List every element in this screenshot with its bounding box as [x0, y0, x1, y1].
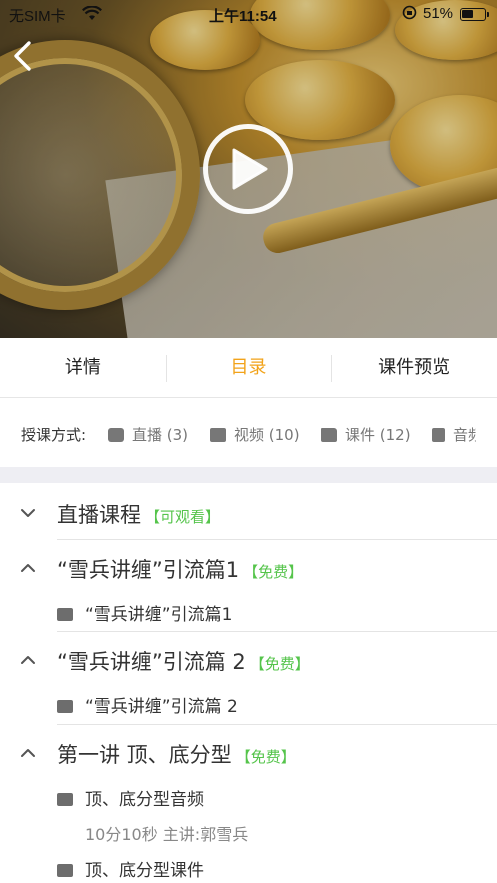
free-tag: 【免费】 — [235, 748, 296, 766]
free-tag: 【免费】 — [243, 563, 304, 581]
chevron-up-icon — [21, 749, 35, 757]
tab-details[interactable]: 详情 — [0, 338, 166, 397]
video-icon — [57, 793, 73, 806]
catalog-item[interactable]: “雪兵讲缠”引流篇1 — [57, 600, 232, 630]
folder-icon — [57, 608, 73, 621]
folder-icon — [57, 864, 73, 877]
catalog-item[interactable]: “雪兵讲缠”引流篇 2 — [57, 692, 238, 722]
tab-catalog[interactable]: 目录 — [165, 338, 332, 397]
carrier-label: 无SIM卡 — [9, 8, 66, 25]
teaching-modes-bar: 授课方式: 直播 (3) 视频 (10) 课件 (12) 音频 — [0, 399, 476, 467]
section-separator — [0, 467, 497, 483]
teaching-modes-label: 授课方式: — [21, 426, 87, 444]
tab-courseware-preview[interactable]: 课件预览 — [331, 338, 497, 397]
catalog-section-header[interactable]: “雪兵讲缠”引流篇1 【免费】 — [0, 540, 497, 596]
free-tag: 【免费】 — [249, 655, 310, 673]
clock: 上午11:54 — [209, 8, 277, 25]
battery-percent: 51% — [423, 5, 454, 22]
chevron-up-icon — [21, 656, 35, 664]
folder-icon — [57, 700, 73, 713]
mode-video[interactable]: 视频 (10) — [210, 424, 300, 445]
back-button[interactable] — [12, 40, 34, 72]
play-icon — [232, 148, 268, 190]
catalog-section-header[interactable]: 直播课程 【可观看】 — [0, 485, 497, 541]
video-icon — [210, 428, 226, 442]
section-title: “雪兵讲缠”引流篇1 — [57, 558, 240, 582]
item-meta: 10分10秒 主讲:郭雪兵 — [85, 825, 249, 844]
chevron-up-icon — [21, 564, 35, 572]
battery-icon — [460, 8, 489, 21]
rotation-lock-icon — [402, 5, 417, 23]
folder-icon — [321, 428, 337, 442]
catalog-section-header[interactable]: “雪兵讲缠”引流篇 2 【免费】 — [0, 632, 497, 688]
course-tabs: 详情 目录 课件预览 — [0, 338, 497, 398]
chevron-down-icon — [21, 509, 35, 517]
catalog-item-audio[interactable]: 顶、底分型音频 — [57, 785, 204, 815]
catalog-item[interactable]: 顶、底分型课件 — [57, 856, 204, 883]
play-button[interactable] — [203, 124, 293, 214]
wifi-icon — [82, 5, 102, 24]
live-icon — [108, 428, 124, 442]
mode-live[interactable]: 直播 (3) — [108, 424, 188, 445]
status-bar: 无SIM卡 上午11:54 51% — [0, 0, 497, 28]
audio-icon — [432, 428, 445, 442]
section-title: 直播课程 — [57, 503, 141, 527]
section-title: 第一讲 顶、底分型 — [57, 743, 232, 767]
mode-audio[interactable]: 音频 — [432, 424, 476, 445]
catalog-section-header[interactable]: 第一讲 顶、底分型 【免费】 — [0, 725, 497, 781]
watchable-tag: 【可观看】 — [145, 508, 221, 526]
mode-courseware[interactable]: 课件 (12) — [321, 424, 411, 445]
course-video-banner[interactable]: 无SIM卡 上午11:54 51% — [0, 0, 497, 338]
section-title: “雪兵讲缠”引流篇 2 — [57, 650, 246, 674]
